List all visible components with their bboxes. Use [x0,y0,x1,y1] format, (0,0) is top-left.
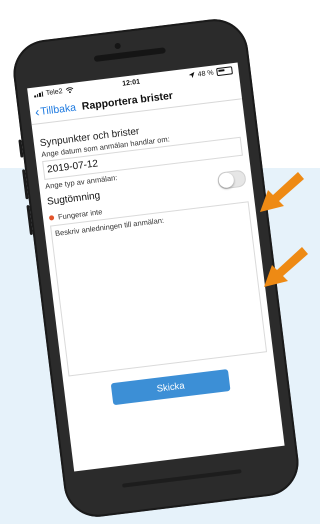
location-arrow-icon [188,71,195,79]
status-left: Tele2 [34,86,74,98]
type-value: Sugtömning [46,190,101,208]
status-time: 12:01 [121,78,141,88]
arrow-icon [260,172,304,212]
submit-label: Skicka [156,379,186,395]
submit-button[interactable]: Skicka [110,368,231,406]
signal-bars-icon [34,91,44,98]
date-value: 2019-07-12 [46,158,99,176]
arrow-icon [264,247,308,287]
back-label: Tillbaka [39,101,77,118]
toggle-knob [217,171,235,189]
battery-icon [216,66,233,77]
form-content: Synpunkter och brister Ange datum som an… [32,99,278,411]
status-dot-icon [48,215,55,221]
back-button[interactable]: ‹ Tillbaka [34,101,77,120]
carrier-name: Tele2 [45,87,63,97]
description-textarea[interactable]: Beskriv anledningen till anmälan: [50,201,268,377]
type-toggle[interactable] [216,169,247,190]
wifi-icon [65,87,74,94]
battery-percent: 48 % [197,69,215,78]
